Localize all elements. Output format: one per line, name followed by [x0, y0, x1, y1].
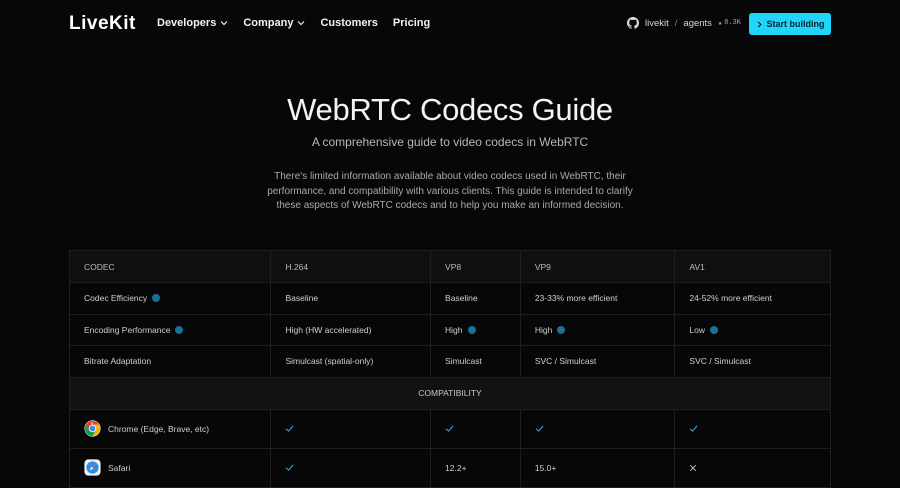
page-description: There's limited information available ab… — [267, 171, 633, 211]
chevron-down-icon — [298, 21, 305, 26]
top-navigation: LiveKit Developers Company Customers Pri… — [0, 0, 900, 50]
nav-pricing[interactable]: Pricing — [393, 17, 430, 29]
chevron-down-icon — [220, 21, 228, 26]
check-icon — [535, 425, 544, 432]
github-icon — [627, 17, 639, 29]
table-cell — [271, 409, 432, 448]
chevron-right-icon — [757, 20, 762, 28]
check-icon — [286, 425, 294, 432]
cross-icon — [690, 464, 697, 471]
info-icon[interactable] — [710, 325, 718, 334]
row-label-cell: Codec Efficiency — [70, 283, 272, 314]
safari-icon — [84, 459, 101, 476]
repo-name: agents — [683, 17, 712, 29]
table-cell: High — [431, 314, 521, 345]
nav-developers[interactable]: Developers — [157, 17, 228, 29]
table-row: Encoding Performance High (HW accelerate… — [70, 314, 830, 346]
column-header-vp8: VP8 — [431, 251, 521, 282]
table-cell: 23-33% more efficient — [521, 283, 676, 314]
table-cell: High (HW accelerated) — [271, 314, 432, 345]
browser-label-cell: Chrome (Edge, Brave, etc) — [70, 409, 272, 448]
table-row: Bitrate Adaptation Simulcast (spatial-on… — [70, 346, 830, 378]
page-title: WebRTC Codecs Guide — [287, 92, 613, 127]
check-icon — [689, 425, 698, 432]
row-label: Bitrate Adaptation — [84, 356, 152, 367]
table-cell — [675, 449, 830, 487]
start-building-button[interactable]: Start building — [749, 13, 831, 35]
livekit-logo[interactable]: LiveKit — [69, 13, 136, 35]
column-header-h264: H.264 — [271, 251, 432, 282]
chrome-icon — [84, 420, 101, 437]
cell-text: Low — [689, 324, 705, 335]
info-icon[interactable] — [175, 325, 184, 334]
column-header-codec: CODEC — [70, 251, 272, 282]
table-cell: SVC / Simulcast — [521, 346, 676, 377]
table-cell: 12.2+ — [431, 448, 521, 487]
info-icon[interactable] — [557, 325, 566, 334]
repo-separator: / — [674, 17, 678, 29]
table-row: Codec Efficiency Baseline Baseline 23-33… — [70, 283, 830, 315]
table-cell: Baseline — [271, 283, 432, 314]
table-cell: Simulcast (spatial-only) — [271, 346, 432, 377]
table-row-safari: Safari 12.2+ 15.0+ — [70, 448, 830, 488]
codec-comparison-table: CODEC H.264 VP8 VP9 AV1 Codec Efficiency… — [69, 250, 831, 488]
info-icon[interactable] — [152, 294, 161, 303]
table-header-row: CODEC H.264 VP8 VP9 AV1 — [70, 251, 830, 283]
cell-text: High — [445, 324, 463, 335]
github-repo-link[interactable]: livekit / agents ★ 8.3K — [627, 17, 741, 29]
browser-label-cell: Safari — [70, 448, 272, 487]
row-label: Encoding Performance — [84, 324, 171, 335]
repo-owner: livekit — [645, 17, 669, 29]
table-cell: 24-52% more efficient — [689, 293, 772, 304]
info-icon[interactable] — [467, 325, 476, 334]
compatibility-section-header: COMPATIBILITY — [70, 377, 830, 410]
table-cell: Low — [675, 315, 830, 346]
cell-text: High — [534, 324, 553, 335]
table-cell: High — [521, 314, 676, 345]
check-icon — [286, 464, 294, 471]
check-icon — [445, 425, 454, 432]
table-cell: Baseline — [431, 283, 521, 314]
nav-links: Developers Company Customers Pricing — [157, 17, 430, 29]
column-header-av1: AV1 — [689, 261, 705, 272]
table-cell — [431, 409, 521, 448]
nav-company[interactable]: Company — [243, 17, 305, 29]
table-cell: 15.0+ — [521, 448, 676, 487]
star-icon: ★ — [717, 19, 723, 28]
table-cell — [271, 448, 432, 487]
repo-stars: ★ 8.3K — [718, 19, 741, 28]
table-cell: Simulcast — [431, 346, 521, 377]
start-building-label: Start building — [766, 19, 825, 29]
table-cell — [521, 409, 676, 448]
browser-name: Chrome (Edge, Brave, etc) — [108, 423, 210, 434]
browser-name: Safari — [108, 462, 131, 473]
nav-pricing-label: Pricing — [392, 17, 431, 29]
nav-customers[interactable]: Customers — [320, 17, 377, 29]
table-row-chrome: Chrome (Edge, Brave, etc) — [70, 409, 830, 449]
row-label-cell: Encoding Performance — [70, 314, 272, 345]
row-label: Codec Efficiency — [84, 293, 148, 304]
repo-star-count: 8.3K — [724, 19, 741, 27]
nav-company-label: Company — [243, 17, 294, 29]
nav-developers-label: Developers — [157, 17, 217, 29]
row-label-cell: Bitrate Adaptation — [70, 346, 272, 377]
page-subtitle: A comprehensive guide to video codecs in… — [311, 135, 589, 149]
table-cell: SVC / Simulcast — [689, 356, 751, 367]
nav-customers-label: Customers — [320, 17, 378, 29]
column-header-vp9: VP9 — [521, 251, 676, 282]
table-cell — [675, 410, 830, 448]
